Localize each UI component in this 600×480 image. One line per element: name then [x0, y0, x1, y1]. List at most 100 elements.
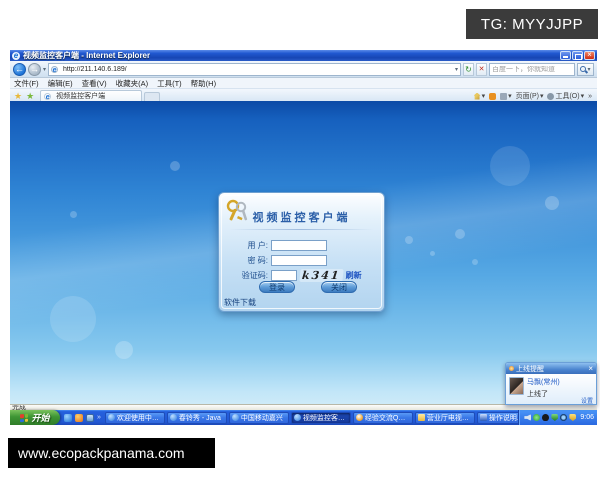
- menu-view[interactable]: 查看(V): [82, 78, 107, 89]
- menu-edit[interactable]: 编辑(E): [48, 78, 73, 89]
- user-label: 用 户:: [219, 240, 271, 251]
- menu-help[interactable]: 帮助(H): [191, 78, 216, 89]
- system-tray: 9:06: [518, 410, 597, 425]
- address-dropdown-icon[interactable]: ▾: [455, 66, 458, 73]
- username-field[interactable]: [271, 240, 327, 251]
- navigation-bar: ← → ▾ e ▾ ↻ ✕ ▾: [10, 61, 597, 78]
- start-button[interactable]: 开始: [10, 410, 60, 425]
- bubble-decoration: [430, 251, 435, 256]
- ie-icon: [294, 414, 301, 421]
- feeds-button[interactable]: [489, 93, 496, 100]
- popup-title: 上线提醒: [516, 364, 586, 374]
- page-menu-button[interactable]: 页面(P)▾: [516, 91, 544, 101]
- magnifier-icon: [580, 66, 586, 72]
- captcha-label: 验证码:: [219, 270, 271, 281]
- popup-close-icon[interactable]: ×: [588, 365, 593, 373]
- ie-icon: [232, 414, 239, 421]
- search-button[interactable]: ▾: [577, 63, 594, 76]
- page-favicon-icon: e: [51, 66, 58, 73]
- popup-titlebar: 上线提醒 ×: [506, 363, 596, 374]
- forward-button[interactable]: →: [28, 63, 41, 76]
- qq-notification-popup: 上线提醒 × 马飘(常州) 上线了 设置: [505, 362, 597, 405]
- quick-launch-expand-icon[interactable]: »: [97, 414, 101, 421]
- favorites-icon[interactable]: ★: [14, 91, 22, 101]
- qq-tray-icon[interactable]: [542, 414, 549, 421]
- bubble-decoration: [405, 236, 413, 244]
- minimize-button[interactable]: [560, 51, 571, 60]
- print-button[interactable]: ▾: [500, 92, 512, 100]
- site-watermark-badge: www.ecopackpanama.com: [8, 438, 215, 468]
- taskbar: 开始 » 欢迎使用中国.. 春铃秀 - Java 中国移动嘉兴 视频监控客户..…: [10, 410, 597, 425]
- folder-icon: [418, 414, 425, 421]
- monitor-tray-icon[interactable]: [560, 414, 567, 421]
- address-bar[interactable]: e ▾: [48, 63, 461, 76]
- title-divider: [229, 229, 374, 230]
- taskbar-button[interactable]: 经验交流QQ96: [353, 412, 413, 424]
- taskbar-button[interactable]: 营业厅电视机播..: [415, 412, 475, 424]
- chevron-more-icon[interactable]: »: [588, 93, 592, 100]
- quick-launch-browser-icon[interactable]: [75, 414, 83, 422]
- bubble-decoration: [70, 211, 77, 218]
- menu-tools[interactable]: 工具(T): [157, 78, 182, 89]
- add-favorite-icon[interactable]: ★: [26, 91, 34, 101]
- close-dialog-button[interactable]: 关闭: [321, 281, 357, 293]
- status-green-icon[interactable]: [533, 414, 540, 421]
- new-tab-button[interactable]: [144, 92, 160, 101]
- search-input[interactable]: [490, 66, 574, 73]
- tab-bar: ★ ★ e 视频监控客户端 ▾ ▾ 页面(P)▾ 工具(O)▾ »: [10, 89, 597, 101]
- captcha-field[interactable]: [271, 270, 297, 281]
- contact-name[interactable]: 马飘(常州): [527, 377, 560, 387]
- bubble-decoration: [545, 196, 559, 210]
- taskbar-button[interactable]: 中国移动嘉兴: [229, 412, 289, 424]
- taskbar-button-active[interactable]: 视频监控客户..: [291, 412, 351, 424]
- login-panel-title: 视频监控客户端: [219, 209, 384, 225]
- browser-tab[interactable]: e 视频监控客户端: [40, 90, 142, 101]
- history-dropdown-icon[interactable]: ▾: [43, 66, 46, 73]
- quick-launch-ie-icon[interactable]: [64, 414, 72, 422]
- maximize-button[interactable]: [572, 51, 583, 60]
- popup-body: 马飘(常州) 上线了 设置: [506, 374, 596, 405]
- home-button[interactable]: ▾: [474, 92, 486, 100]
- contact-avatar[interactable]: [509, 377, 524, 395]
- security-shield-icon[interactable]: [569, 414, 576, 421]
- menu-favorites[interactable]: 收藏夹(A): [116, 78, 149, 89]
- ie-logo-icon: e: [12, 52, 20, 60]
- close-button[interactable]: [584, 51, 595, 60]
- captcha-refresh-link[interactable]: 刷新: [346, 270, 362, 281]
- search-box[interactable]: [489, 63, 575, 76]
- software-download-link[interactable]: 软件下载: [224, 297, 256, 308]
- menu-file[interactable]: 文件(F): [14, 78, 39, 89]
- rss-icon: [489, 93, 496, 100]
- windows-flag-icon: [20, 413, 28, 422]
- online-status-text: 上线了: [527, 389, 560, 399]
- bubble-decoration: [170, 161, 180, 171]
- ie-icon: [170, 414, 177, 421]
- stop-icon[interactable]: ✕: [476, 63, 487, 76]
- password-field[interactable]: [271, 255, 327, 266]
- volume-icon[interactable]: [524, 414, 531, 421]
- popup-settings-link[interactable]: 设置: [581, 396, 593, 405]
- bubble-decoration: [472, 259, 478, 265]
- password-label: 密 码:: [219, 255, 271, 266]
- bubble-decoration: [455, 229, 465, 239]
- gear-icon: [547, 93, 554, 100]
- ie-icon: [108, 414, 115, 421]
- taskbar-button[interactable]: 春铃秀 - Java: [167, 412, 227, 424]
- word-icon: [480, 414, 487, 421]
- show-desktop-icon[interactable]: [86, 414, 94, 422]
- address-input[interactable]: [63, 66, 453, 73]
- login-panel: 视频监控客户端 用 户: 密 码: 验证码: k341 刷新 登录 关闭: [218, 192, 385, 312]
- login-button[interactable]: 登录: [259, 281, 295, 293]
- refresh-icon[interactable]: ↻: [463, 63, 474, 76]
- menu-bar: 文件(F) 编辑(E) 查看(V) 收藏夹(A) 工具(T) 帮助(H): [10, 78, 597, 89]
- command-bar: ▾ ▾ 页面(P)▾ 工具(O)▾ »: [474, 91, 595, 101]
- captcha-image: k341: [299, 269, 343, 282]
- back-button[interactable]: ←: [13, 63, 26, 76]
- qq-icon: [356, 414, 363, 421]
- tools-menu-button[interactable]: 工具(O)▾: [547, 91, 584, 101]
- screenshot-canvas: TG: MYYJJPP www.ecopackpanama.com e 视频监控…: [0, 0, 600, 480]
- notification-icon: [509, 366, 514, 371]
- taskbar-button[interactable]: 欢迎使用中国..: [105, 412, 165, 424]
- antivirus-shield-icon[interactable]: [551, 414, 558, 421]
- bubble-decoration: [490, 146, 530, 186]
